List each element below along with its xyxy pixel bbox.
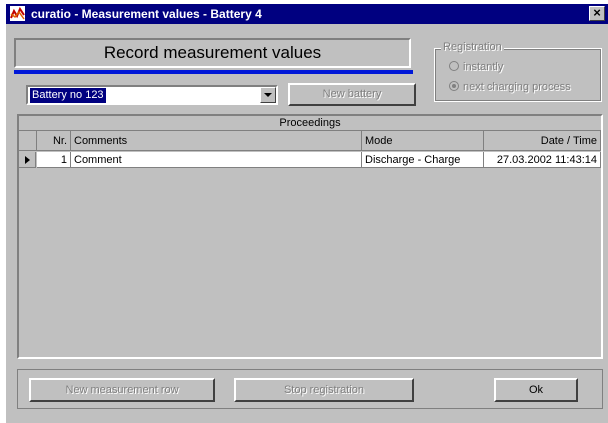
radio-next-charging-label: next charging process <box>463 81 571 93</box>
accent-divider <box>14 70 413 74</box>
cell-datetime[interactable]: 27.03.2002 11:43:14 <box>484 152 601 168</box>
row-indicator-header <box>19 131 37 151</box>
radio-instantly-icon <box>449 61 459 71</box>
table-row[interactable]: 1 Comment Discharge - Charge 27.03.2002 … <box>19 152 601 168</box>
radio-instantly[interactable]: instantly <box>449 61 503 73</box>
radio-next-charging-icon <box>449 81 459 91</box>
cell-mode[interactable]: Discharge - Charge <box>362 152 484 168</box>
page-title: Record measurement values <box>14 38 411 68</box>
row-pointer-icon <box>25 156 30 164</box>
registration-group: Registration instantly next charging pro… <box>434 41 602 102</box>
stop-registration-button[interactable]: Stop registration <box>234 378 414 402</box>
new-measurement-row-button[interactable]: New measurement row <box>29 378 215 402</box>
column-header-datetime[interactable]: Date / Time <box>484 131 601 151</box>
window-title: curatio - Measurement values - Battery 4 <box>31 7 262 21</box>
chevron-down-icon[interactable] <box>260 87 276 103</box>
proceedings-grid: Proceedings Nr. Comments Mode Date / Tim… <box>17 114 603 359</box>
cell-nr[interactable]: 1 <box>37 152 71 168</box>
radio-instantly-label: instantly <box>463 61 504 73</box>
cell-comments[interactable]: Comment <box>71 152 362 168</box>
close-icon[interactable]: × <box>589 6 605 21</box>
registration-legend: Registration <box>441 41 504 53</box>
app-icon <box>10 6 25 21</box>
battery-select[interactable]: Battery no 123 <box>26 85 278 105</box>
proceedings-caption: Proceedings <box>19 116 601 131</box>
current-row-indicator <box>19 152 36 168</box>
measurement-values-window: curatio - Measurement values - Battery 4… <box>6 4 608 423</box>
column-header-comments[interactable]: Comments <box>71 131 362 151</box>
title-bar[interactable]: curatio - Measurement values - Battery 4… <box>6 4 608 24</box>
battery-select-value: Battery no 123 <box>30 88 106 103</box>
ok-button[interactable]: Ok <box>494 378 578 402</box>
column-header-mode[interactable]: Mode <box>362 131 484 151</box>
new-battery-button[interactable]: New battery <box>288 83 416 106</box>
radio-next-charging-process[interactable]: next charging process <box>449 81 571 93</box>
column-header-nr[interactable]: Nr. <box>37 131 71 151</box>
